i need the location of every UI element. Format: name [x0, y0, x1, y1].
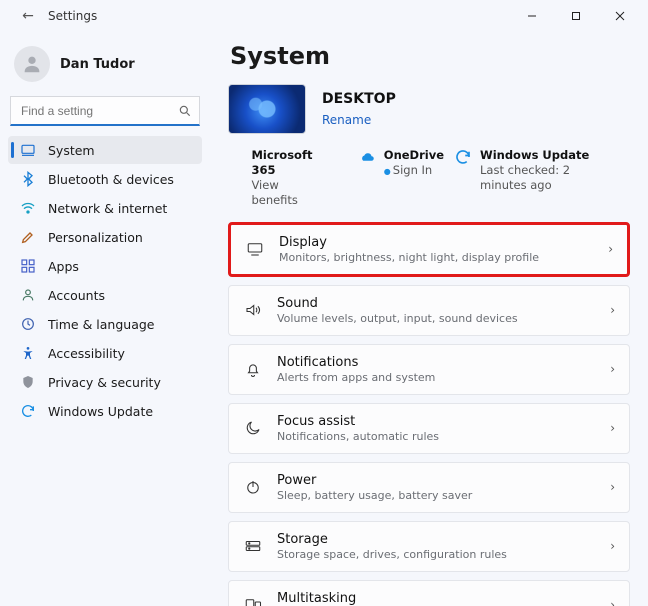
row-title: Storage: [277, 532, 596, 547]
paintbrush-icon: [20, 229, 36, 245]
sidebar-item-label: Bluetooth & devices: [48, 172, 174, 187]
device-name: DESKTOP: [322, 91, 396, 107]
sidebar-item-label: Apps: [48, 259, 79, 274]
chevron-right-icon: ›: [610, 539, 615, 553]
chevron-right-icon: ›: [610, 421, 615, 435]
main-panel: System DESKTOP Rename Microsoft 365 View…: [210, 32, 648, 606]
display-icon: [245, 239, 265, 259]
chevron-right-icon: ›: [610, 362, 615, 376]
microsoft-logo-icon: [228, 148, 243, 166]
accounts-icon: [20, 287, 36, 303]
row-focus-assist[interactable]: Focus assistNotifications, automatic rul…: [228, 403, 630, 454]
multitasking-icon: [243, 595, 263, 606]
row-title: Multitasking: [277, 591, 596, 606]
tile-sub: Last checked: 2 minutes ago: [480, 163, 620, 193]
row-title: Focus assist: [277, 414, 596, 429]
chevron-right-icon: ›: [608, 242, 613, 256]
chevron-right-icon: ›: [610, 480, 615, 494]
row-desc: Monitors, brightness, night light, displ…: [279, 251, 594, 264]
tile-windows-update[interactable]: Windows Update Last checked: 2 minutes a…: [454, 148, 620, 193]
user-block[interactable]: Dan Tudor: [8, 38, 202, 96]
sidebar-item-label: Accounts: [48, 288, 105, 303]
sidebar-item-label: Network & internet: [48, 201, 167, 216]
bell-icon: [243, 359, 263, 379]
sidebar-item-apps[interactable]: Apps: [8, 252, 202, 280]
row-title: Display: [279, 235, 594, 250]
sidebar-item-windows-update[interactable]: Windows Update: [8, 397, 202, 425]
storage-icon: [243, 536, 263, 556]
tile-sub: View benefits: [251, 178, 327, 208]
row-notifications[interactable]: NotificationsAlerts from apps and system…: [228, 344, 630, 395]
row-title: Power: [277, 473, 596, 488]
chevron-right-icon: ›: [610, 303, 615, 317]
sidebar-item-label: Time & language: [48, 317, 154, 332]
search-input[interactable]: [10, 96, 200, 126]
wifi-icon: [20, 200, 36, 216]
sound-icon: [243, 300, 263, 320]
tile-microsoft-365[interactable]: Microsoft 365 View benefits: [228, 148, 328, 208]
apps-icon: [20, 258, 36, 274]
sidebar-item-label: Privacy & security: [48, 375, 161, 390]
system-icon: [20, 142, 36, 158]
row-title: Sound: [277, 296, 596, 311]
sidebar-item-personalization[interactable]: Personalization: [8, 223, 202, 251]
row-desc: Storage space, drives, configuration rul…: [277, 548, 596, 561]
user-name: Dan Tudor: [60, 57, 135, 72]
clock-globe-icon: [20, 316, 36, 332]
page-title: System: [230, 42, 630, 70]
row-storage[interactable]: StorageStorage space, drives, configurat…: [228, 521, 630, 572]
tile-title: Windows Update: [480, 148, 620, 163]
search-icon: [178, 103, 192, 122]
sidebar-item-bluetooth[interactable]: Bluetooth & devices: [8, 165, 202, 193]
tile-onedrive[interactable]: OneDrive ●Sign In: [358, 148, 444, 178]
update-icon: [20, 403, 36, 419]
update-icon: [454, 148, 472, 166]
row-multitasking[interactable]: MultitaskingSnap windows, desktops, task…: [228, 580, 630, 606]
row-desc: Alerts from apps and system: [277, 371, 596, 384]
sidebar-item-label: Accessibility: [48, 346, 125, 361]
accessibility-icon: [20, 345, 36, 361]
tile-sub: ●Sign In: [384, 163, 444, 178]
rename-link[interactable]: Rename: [322, 113, 371, 127]
row-power[interactable]: PowerSleep, battery usage, battery saver…: [228, 462, 630, 513]
tile-title: Microsoft 365: [251, 148, 327, 178]
sidebar-item-system[interactable]: System: [8, 136, 202, 164]
sidebar-item-privacy[interactable]: Privacy & security: [8, 368, 202, 396]
sidebar-item-accounts[interactable]: Accounts: [8, 281, 202, 309]
sidebar-item-label: Windows Update: [48, 404, 153, 419]
chevron-right-icon: ›: [610, 598, 615, 606]
row-desc: Notifications, automatic rules: [277, 430, 596, 443]
shield-icon: [20, 374, 36, 390]
power-icon: [243, 477, 263, 497]
close-button[interactable]: [598, 0, 642, 32]
minimize-button[interactable]: [510, 0, 554, 32]
window-title: Settings: [48, 9, 97, 23]
sidebar-item-label: System: [48, 143, 95, 158]
row-sound[interactable]: SoundVolume levels, output, input, sound…: [228, 285, 630, 336]
sidebar-item-time[interactable]: Time & language: [8, 310, 202, 338]
back-button[interactable]: ←: [14, 8, 42, 24]
titlebar: ← Settings: [0, 0, 648, 32]
sidebar-item-network[interactable]: Network & internet: [8, 194, 202, 222]
row-title: Notifications: [277, 355, 596, 370]
sidebar: Dan Tudor System Bluetooth & devices Net…: [0, 32, 210, 606]
tile-title: OneDrive: [384, 148, 444, 163]
device-header: DESKTOP Rename: [228, 84, 630, 134]
sidebar-item-accessibility[interactable]: Accessibility: [8, 339, 202, 367]
avatar: [14, 46, 50, 82]
onedrive-icon: [358, 148, 376, 166]
row-desc: Sleep, battery usage, battery saver: [277, 489, 596, 502]
bluetooth-icon: [20, 171, 36, 187]
row-desc: Volume levels, output, input, sound devi…: [277, 312, 596, 325]
row-display[interactable]: DisplayMonitors, brightness, night light…: [228, 222, 630, 277]
desktop-wallpaper-thumb: [228, 84, 306, 134]
search-box[interactable]: [10, 96, 200, 126]
sidebar-item-label: Personalization: [48, 230, 143, 245]
moon-icon: [243, 418, 263, 438]
maximize-button[interactable]: [554, 0, 598, 32]
